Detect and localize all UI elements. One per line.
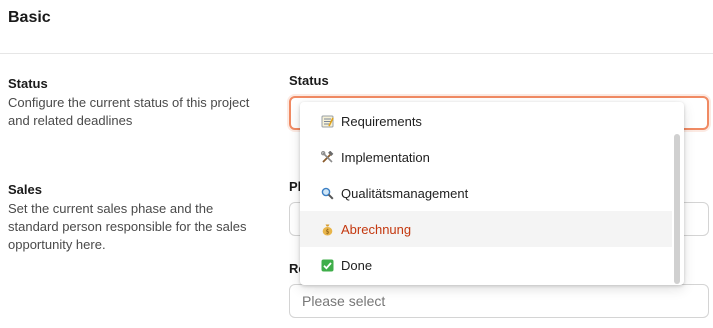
- svg-text:$: $: [325, 228, 329, 235]
- status-group-description: Configure the current status of this pro…: [8, 95, 250, 128]
- sales-group-title: Sales: [8, 182, 42, 197]
- option-label: Done: [341, 257, 373, 273]
- magnifier-icon: [320, 186, 334, 200]
- option-label: Abrechnung: [341, 221, 412, 237]
- money-bag-icon: $: [320, 222, 334, 236]
- section-title: Basic: [8, 9, 51, 26]
- option-done[interactable]: Done: [300, 247, 672, 283]
- option-label: Qualitätsmanagement: [341, 185, 469, 201]
- option-abrechnung[interactable]: $ Abrechnung: [300, 211, 672, 247]
- sales-group-description: Set the current sales phase and the stan…: [8, 201, 247, 252]
- divider: [0, 53, 713, 54]
- hammer-wrench-icon: [320, 150, 334, 164]
- responsible-placeholder: Please select: [302, 293, 386, 309]
- status-group-title: Status: [8, 76, 48, 91]
- responsible-select[interactable]: Please select: [289, 284, 709, 318]
- option-label: Requirements: [341, 113, 422, 129]
- option-qualitaetsmanagement[interactable]: Qualitätsmanagement: [300, 175, 672, 211]
- memo-icon: [320, 114, 334, 128]
- status-field-label: Status: [289, 73, 329, 88]
- check-box-icon: [320, 258, 334, 272]
- status-dropdown-menu: Requirements Implementation Qualitätsman…: [300, 102, 684, 285]
- dropdown-scrollbar[interactable]: [674, 134, 680, 284]
- option-label: Implementation: [341, 149, 430, 165]
- option-implementation[interactable]: Implementation: [300, 139, 672, 175]
- option-requirements[interactable]: Requirements: [300, 103, 672, 139]
